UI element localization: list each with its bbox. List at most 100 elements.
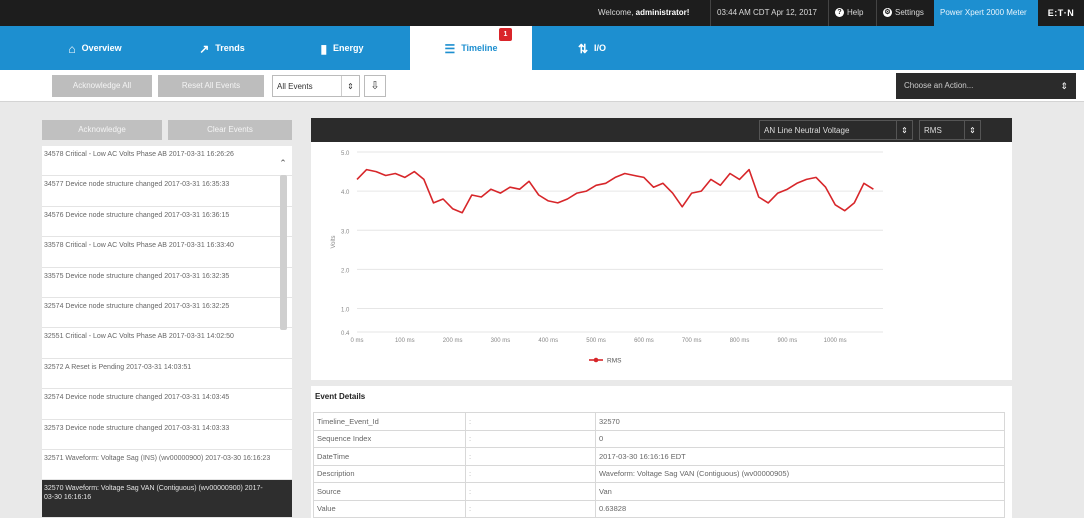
tab-overview-label: Overview (81, 43, 122, 53)
scroll-up-icon[interactable]: ⌃ (277, 158, 289, 169)
updown-icon: ⇕ (896, 121, 912, 139)
event-list: 34578 Critical - Low AC Volts Phase AB 2… (42, 146, 292, 518)
detail-value: Waveform: Voltage Sag VAN (Contiguous) (… (595, 464, 1005, 483)
event-item-selected[interactable]: 32570 Waveform: Voltage Sag VAN (Contigu… (42, 480, 292, 518)
y-tick-label: 4.0 (341, 190, 350, 196)
event-item[interactable]: 32551 Critical - Low AC Volts Phase AB 2… (42, 328, 292, 359)
voltage-line-chart: 5.0 4.0 3.0 2.0 1.0 0.40 ms 100 ms 200 ms 300 ms… (331, 151, 883, 365)
settings-label: Settings (895, 8, 924, 17)
event-filter-value: All Events (277, 82, 313, 91)
detail-sep: : (465, 429, 596, 448)
y-tick-label: 3.0 (341, 229, 350, 235)
timeline-toolbar: Acknowledge All Reset All Events All Eve… (0, 70, 1084, 102)
detail-key: DateTime (313, 447, 466, 466)
detail-value: 0.63828 (595, 499, 1005, 518)
table-row: Sequence Index:0 (313, 429, 1005, 448)
detail-value: Van (595, 482, 1005, 501)
help-icon: ? (835, 8, 844, 18)
event-item[interactable]: 34576 Device node structure changed 2017… (42, 207, 292, 238)
detail-value: 32570 (595, 412, 1005, 431)
tab-timeline[interactable]: ☰ Timeline 1 (410, 26, 532, 70)
action-select-value: Choose an Action... (904, 81, 974, 90)
x-tick-label: 900 ms (778, 338, 798, 344)
updown-icon: ⇕ (964, 121, 980, 139)
x-tick-label: 800 ms (730, 338, 750, 344)
event-item[interactable]: 32573 Device node structure changed 2017… (42, 420, 292, 450)
action-select[interactable]: Choose an Action... ⇕ (896, 73, 1076, 99)
tab-trends[interactable]: ↗ Trends (172, 26, 272, 70)
x-tick-label: 1000 ms (824, 338, 847, 344)
event-item[interactable]: 32572 A Reset is Pending 2017-03-31 14:0… (42, 359, 292, 390)
welcome-user: administrator! (635, 8, 690, 17)
event-item[interactable]: 33575 Device node structure changed 2017… (42, 268, 292, 298)
clear-events-button[interactable]: Clear Events (168, 120, 292, 140)
current-datetime: 03:44 AM CDT Apr 12, 2017 (710, 0, 826, 26)
tab-overview[interactable]: ⌂ Overview (40, 26, 150, 70)
detail-key: Value (313, 499, 466, 518)
event-item[interactable]: 32574 Device node structure changed 2017… (42, 298, 292, 329)
trend-line-icon: ↗ (199, 41, 210, 56)
event-filter-select[interactable]: All Events ⇕ (272, 75, 360, 97)
detail-sep: : (465, 482, 596, 501)
scrollbar-thumb[interactable] (280, 175, 287, 330)
download-button[interactable]: ⇩ (364, 75, 386, 97)
measurement-select-value: AN Line Neutral Voltage (764, 126, 850, 135)
detail-value: 0 (595, 429, 1005, 448)
acknowledge-all-button[interactable]: Acknowledge All (52, 75, 152, 97)
tab-io-label: I/O (594, 43, 607, 53)
x-tick-label: 100 ms (395, 338, 415, 344)
event-item[interactable]: 32571 Waveform: Voltage Sag (INS) (wv000… (42, 450, 292, 481)
x-tick-label: 0 ms (350, 338, 363, 344)
event-details-panel: Event Details Timeline_Event_Id:32570 Se… (311, 386, 1012, 518)
detail-key: Timeline_Event_Id (313, 412, 466, 431)
measurement-select[interactable]: AN Line Neutral Voltage ⇕ (759, 120, 913, 140)
event-item[interactable]: 33578 Critical - Low AC Volts Phase AB 2… (42, 237, 292, 268)
tab-io[interactable]: ⇅ I/O (552, 26, 632, 70)
table-row: Source: Van (313, 482, 1005, 501)
settings-button[interactable]: ⚙ Settings (876, 0, 934, 26)
x-tick-label: 200 ms (443, 338, 463, 344)
event-item[interactable]: 34577 Device node structure changed 2017… (42, 176, 292, 207)
detail-sep: : (465, 464, 596, 483)
tab-energy[interactable]: ▮ Energy (292, 26, 392, 70)
table-row: Value:0.63828 (313, 499, 1005, 518)
y-tick-label: 0.4 (341, 331, 350, 337)
brand-logo: E:T·N (1047, 8, 1075, 18)
event-item[interactable]: 32574 Device node structure changed 2017… (42, 389, 292, 420)
list-icon: ☰ (444, 41, 456, 56)
gear-icon: ⚙ (883, 8, 892, 18)
welcome-prefix: Welcome, (598, 8, 636, 17)
tab-timeline-label: Timeline (461, 43, 498, 53)
legend-marker (593, 357, 599, 363)
x-tick-label: 300 ms (491, 338, 511, 344)
meter-name[interactable]: Power Xpert 2000 Meter (934, 0, 1038, 26)
x-tick-label: 500 ms (586, 338, 606, 344)
help-label: Help (847, 8, 864, 17)
x-tick-label: 700 ms (682, 338, 702, 344)
table-row: DateTime:2017-03-30 16:16:16 EDT (313, 447, 1005, 466)
detail-sep: : (465, 499, 596, 518)
event-details-title: Event Details (315, 392, 366, 401)
top-bar: Welcome, administrator! 03:44 AM CDT Apr… (0, 0, 1084, 26)
unit-select[interactable]: RMS ⇕ (919, 120, 981, 140)
updown-icon: ⇕ (341, 76, 359, 96)
event-list-actions: Acknowledge Clear Events (42, 120, 292, 140)
y-tick-label: 2.0 (341, 268, 350, 274)
legend-label: RMS (607, 358, 622, 365)
unit-select-value: RMS (924, 126, 942, 135)
help-button[interactable]: ? Help (828, 0, 874, 26)
y-axis-label: Volts (331, 235, 337, 248)
chart-header: AN Line Neutral Voltage ⇕ RMS ⇕ (311, 118, 1012, 142)
download-icon: ⇩ (370, 80, 380, 92)
table-row: Description: Waveform: Voltage Sag VAN (C… (313, 464, 1005, 483)
detail-key: Sequence Index (313, 429, 466, 448)
y-tick-label: 1.0 (341, 308, 350, 314)
reset-all-events-button[interactable]: Reset All Events (158, 75, 264, 97)
detail-key: Source (313, 482, 466, 501)
acknowledge-button[interactable]: Acknowledge (42, 120, 162, 140)
y-tick-label: 5.0 (341, 151, 350, 157)
event-item[interactable]: 34578 Critical - Low AC Volts Phase AB 2… (42, 146, 292, 177)
detail-key: Description (313, 464, 466, 483)
updown-icon: ⇕ (1060, 81, 1068, 91)
timeline-badge: 1 (499, 28, 512, 41)
